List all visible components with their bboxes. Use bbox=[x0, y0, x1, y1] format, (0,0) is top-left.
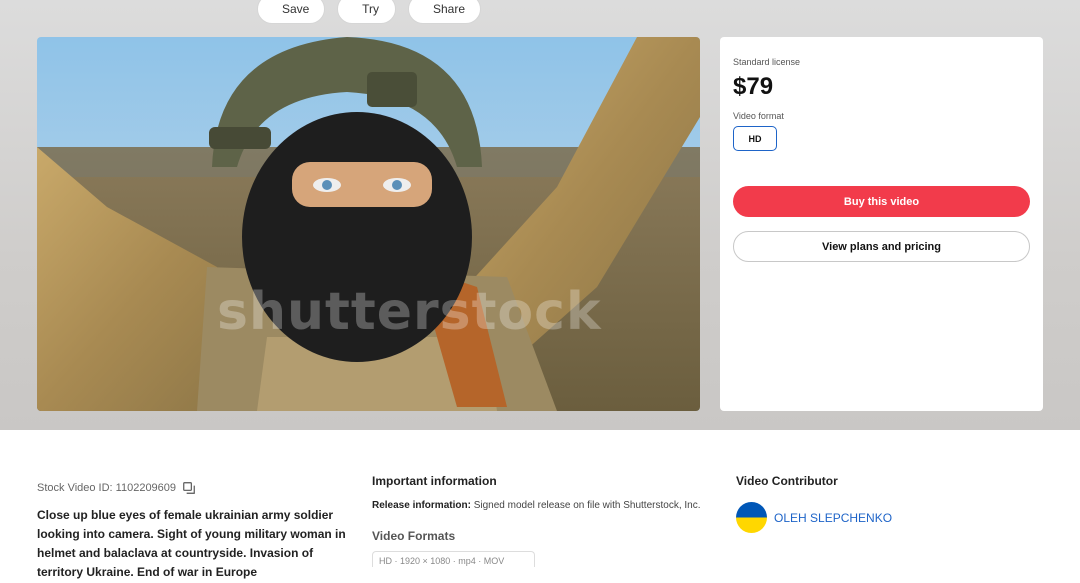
share-label: Share bbox=[433, 2, 466, 16]
release-info: Release information: Signed model releas… bbox=[372, 498, 712, 514]
important-info-section: Important information Release informatio… bbox=[372, 474, 712, 567]
share-button[interactable]: Share bbox=[408, 0, 481, 24]
try-button[interactable]: Try bbox=[337, 0, 396, 24]
contributor-title: Video Contributor bbox=[736, 474, 838, 488]
view-plans-button[interactable]: View plans and pricing bbox=[733, 231, 1030, 262]
video-description: Close up blue eyes of female ukrainian a… bbox=[37, 508, 346, 579]
watermark-text: shutterstock bbox=[217, 282, 602, 342]
license-type-label: Standard license bbox=[733, 57, 801, 67]
buy-video-button[interactable]: Buy this video bbox=[733, 186, 1030, 217]
video-preview[interactable]: shutterstock bbox=[37, 37, 700, 411]
try-label: Try bbox=[362, 2, 379, 16]
copy-icon[interactable] bbox=[182, 481, 196, 495]
stock-id-row: Stock Video ID: 1102209609 bbox=[37, 481, 357, 495]
contributor-row[interactable]: OLEH SLEPCHENKO bbox=[736, 502, 1036, 533]
video-format-label: Video format bbox=[733, 111, 784, 121]
contributor-section: Video Contributor OLEH SLEPCHENKO bbox=[736, 474, 1036, 533]
save-label: Save bbox=[282, 2, 310, 16]
license-panel: Standard license $79 Video format HD Buy… bbox=[720, 37, 1043, 411]
price: $79 bbox=[733, 73, 774, 100]
stock-id-text: Stock Video ID: 1102209609 bbox=[37, 482, 177, 494]
video-formats-title: Video Formats bbox=[372, 529, 456, 543]
video-description-section: Stock Video ID: 1102209609 Close up blue… bbox=[37, 474, 357, 582]
soldier-video-thumbnail bbox=[37, 37, 700, 411]
format-chip: HD · 1920 × 1080 · mp4 · MOV bbox=[372, 551, 535, 567]
release-text: Signed model release on file with Shutte… bbox=[470, 500, 701, 511]
ukraine-flag-avatar bbox=[736, 502, 767, 533]
save-button[interactable]: Save bbox=[257, 0, 325, 24]
important-info-title: Important information bbox=[372, 474, 497, 488]
release-label: Release information: bbox=[372, 500, 471, 511]
format-hd-option[interactable]: HD bbox=[733, 126, 777, 151]
contributor-name-link[interactable]: OLEH SLEPCHENKO bbox=[774, 511, 892, 525]
